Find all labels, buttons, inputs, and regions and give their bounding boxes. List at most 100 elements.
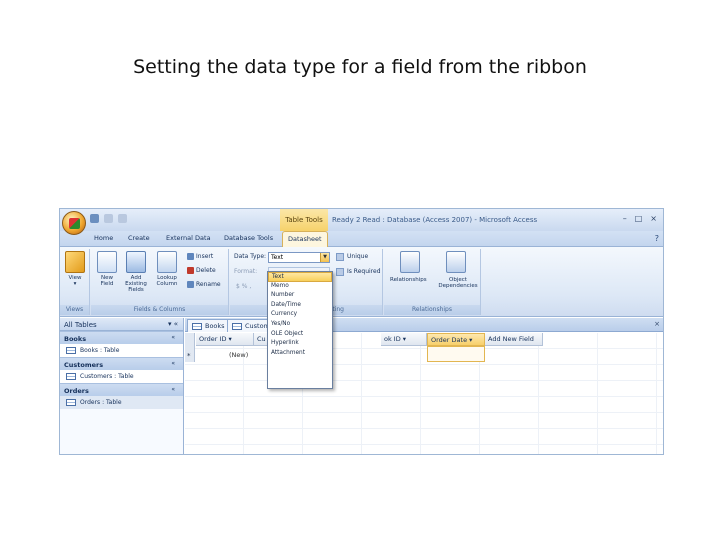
add-existing-fields-button[interactable]: Add Existing Fields: [121, 251, 151, 293]
redo-icon[interactable]: [118, 214, 127, 223]
close-icon[interactable]: ×: [650, 214, 657, 223]
add-existing-fields-icon: [126, 251, 146, 273]
nav-group-label: Orders: [64, 387, 89, 395]
dropdown-option-date-time[interactable]: Date/Time: [268, 301, 332, 311]
column-header-add-new-field[interactable]: Add New Field: [485, 333, 543, 346]
dropdown-option-yes-no[interactable]: Yes/No: [268, 320, 332, 330]
nav-item-label: Books : Table: [80, 347, 120, 354]
table-icon: [66, 347, 76, 354]
lookup-column-button[interactable]: Lookup Column: [153, 251, 181, 287]
tab-database-tools[interactable]: Database Tools: [224, 234, 273, 242]
nav-item-books-table[interactable]: Books : Table: [60, 344, 183, 357]
dropdown-option-ole-object[interactable]: OLE Object: [268, 330, 332, 340]
delete-button[interactable]: Delete: [187, 267, 216, 274]
help-icon[interactable]: ?: [655, 234, 659, 243]
tab-datasheet[interactable]: Datasheet: [282, 231, 328, 248]
dropdown-option-memo[interactable]: Memo: [268, 282, 332, 292]
data-type-label: Data Type:: [234, 253, 267, 260]
tab-home[interactable]: Home: [94, 234, 113, 242]
selected-column-cell[interactable]: [427, 346, 485, 362]
undo-icon[interactable]: [104, 214, 113, 223]
tab-external-data[interactable]: External Data: [166, 234, 211, 242]
relationships-label: Relationships: [390, 277, 427, 283]
document-tabs: Books Custom ×: [185, 318, 663, 332]
dropdown-option-currency[interactable]: Currency: [268, 310, 332, 320]
navigation-pane: All Tables ▾ « Books « Books : Table Cus…: [60, 318, 184, 454]
chevron-down-icon[interactable]: ▼: [320, 253, 329, 262]
format-label: Format:: [234, 268, 258, 275]
title-bar: Table Tools Ready 2 Read : Database (Acc…: [60, 209, 663, 231]
nav-item-label: Customers : Table: [80, 373, 134, 380]
fields-columns-group-label: Fields & Columns: [91, 305, 228, 315]
views-group-label: Views: [60, 305, 89, 315]
dropdown-option-number[interactable]: Number: [268, 291, 332, 301]
maximize-icon[interactable]: □: [635, 214, 643, 223]
dropdown-option-attachment[interactable]: Attachment: [268, 349, 332, 359]
save-icon[interactable]: [90, 214, 99, 223]
data-type-dropdown[interactable]: Text Memo Number Date/Time Currency Yes/…: [267, 271, 333, 389]
number-format-buttons[interactable]: $ % ,: [236, 283, 251, 290]
table-icon: [192, 322, 202, 330]
new-field-button[interactable]: New Field: [94, 251, 120, 287]
unique-label: Unique: [347, 253, 369, 260]
close-document-icon[interactable]: ×: [654, 320, 660, 328]
office-button[interactable]: [62, 211, 86, 235]
insert-icon: [187, 253, 194, 260]
is-required-checkbox[interactable]: [336, 268, 344, 276]
column-header-book-id[interactable]: ok ID ▾: [381, 333, 427, 346]
view-dropdown-icon: ▾: [73, 281, 77, 287]
dropdown-option-text[interactable]: Text: [268, 272, 332, 282]
relationships-icon[interactable]: [400, 251, 420, 273]
lookup-column-icon: [157, 251, 177, 273]
nav-item-customers-table[interactable]: Customers : Table: [60, 370, 183, 383]
collapse-icon[interactable]: «: [171, 386, 175, 393]
insert-button[interactable]: Insert: [187, 253, 213, 260]
new-field-label: New Field: [100, 275, 114, 287]
new-record-value[interactable]: (New): [229, 351, 248, 359]
rename-icon: [187, 281, 194, 288]
view-button[interactable]: View ▾: [62, 251, 88, 287]
nav-pane-header[interactable]: All Tables ▾ «: [60, 318, 183, 331]
unique-checkbox[interactable]: [336, 253, 344, 261]
column-header-label: Order Date: [431, 336, 468, 344]
column-header-order-id[interactable]: Order ID ▾: [196, 333, 254, 346]
datasheet-grid[interactable]: [185, 333, 663, 454]
relationships-group-label: Relationships: [384, 305, 480, 315]
nav-pane-controls[interactable]: ▾ «: [168, 320, 178, 328]
ribbon: View ▾ Views New Field Add Existing Fiel…: [60, 247, 663, 317]
minimize-icon[interactable]: –: [623, 214, 627, 223]
doc-tab-label: Books: [205, 322, 225, 330]
fields-columns-group: New Field Add Existing Fields Lookup Col…: [91, 249, 229, 315]
quick-access-toolbar: [90, 214, 127, 223]
data-type-combo[interactable]: Text ▼: [268, 252, 330, 263]
rename-label: Rename: [196, 281, 221, 288]
lookup-column-label: Lookup Column: [156, 275, 178, 287]
dropdown-option-hyperlink[interactable]: Hyperlink: [268, 339, 332, 349]
document-area: Books Custom × Order ID ▾ Cu ok ID ▾ Ord…: [185, 318, 663, 454]
column-header-label: ok ID: [384, 335, 401, 343]
column-header-label: Order ID: [199, 335, 227, 343]
ribbon-tabs: Home Create External Data Database Tools…: [60, 231, 663, 248]
delete-icon: [187, 267, 194, 274]
nav-group-customers[interactable]: Customers «: [60, 357, 183, 370]
slide-title: Setting the data type for a field from t…: [133, 56, 587, 78]
nav-item-orders-table[interactable]: Orders : Table: [60, 396, 183, 409]
collapse-icon[interactable]: «: [171, 334, 175, 341]
office-logo-icon: [69, 218, 80, 229]
doc-tab-books[interactable]: Books: [187, 319, 230, 332]
rename-button[interactable]: Rename: [187, 281, 221, 288]
column-header-order-date[interactable]: Order Date ▾: [427, 333, 485, 346]
collapse-icon[interactable]: «: [171, 360, 175, 367]
data-type-value: Text: [271, 254, 284, 261]
table-icon: [232, 322, 242, 330]
tab-create[interactable]: Create: [128, 234, 150, 242]
column-header-customer[interactable]: Cu: [254, 333, 268, 346]
delete-label: Delete: [196, 267, 216, 274]
is-required-label: Is Required: [347, 268, 381, 275]
nav-group-orders[interactable]: Orders «: [60, 383, 183, 396]
object-dependencies-icon[interactable]: [446, 251, 466, 273]
table-icon: [66, 399, 76, 406]
nav-group-books[interactable]: Books «: [60, 331, 183, 344]
window-title: Ready 2 Read : Database (Access 2007) - …: [332, 216, 538, 224]
table-tools-context-tab: Table Tools: [280, 209, 328, 231]
